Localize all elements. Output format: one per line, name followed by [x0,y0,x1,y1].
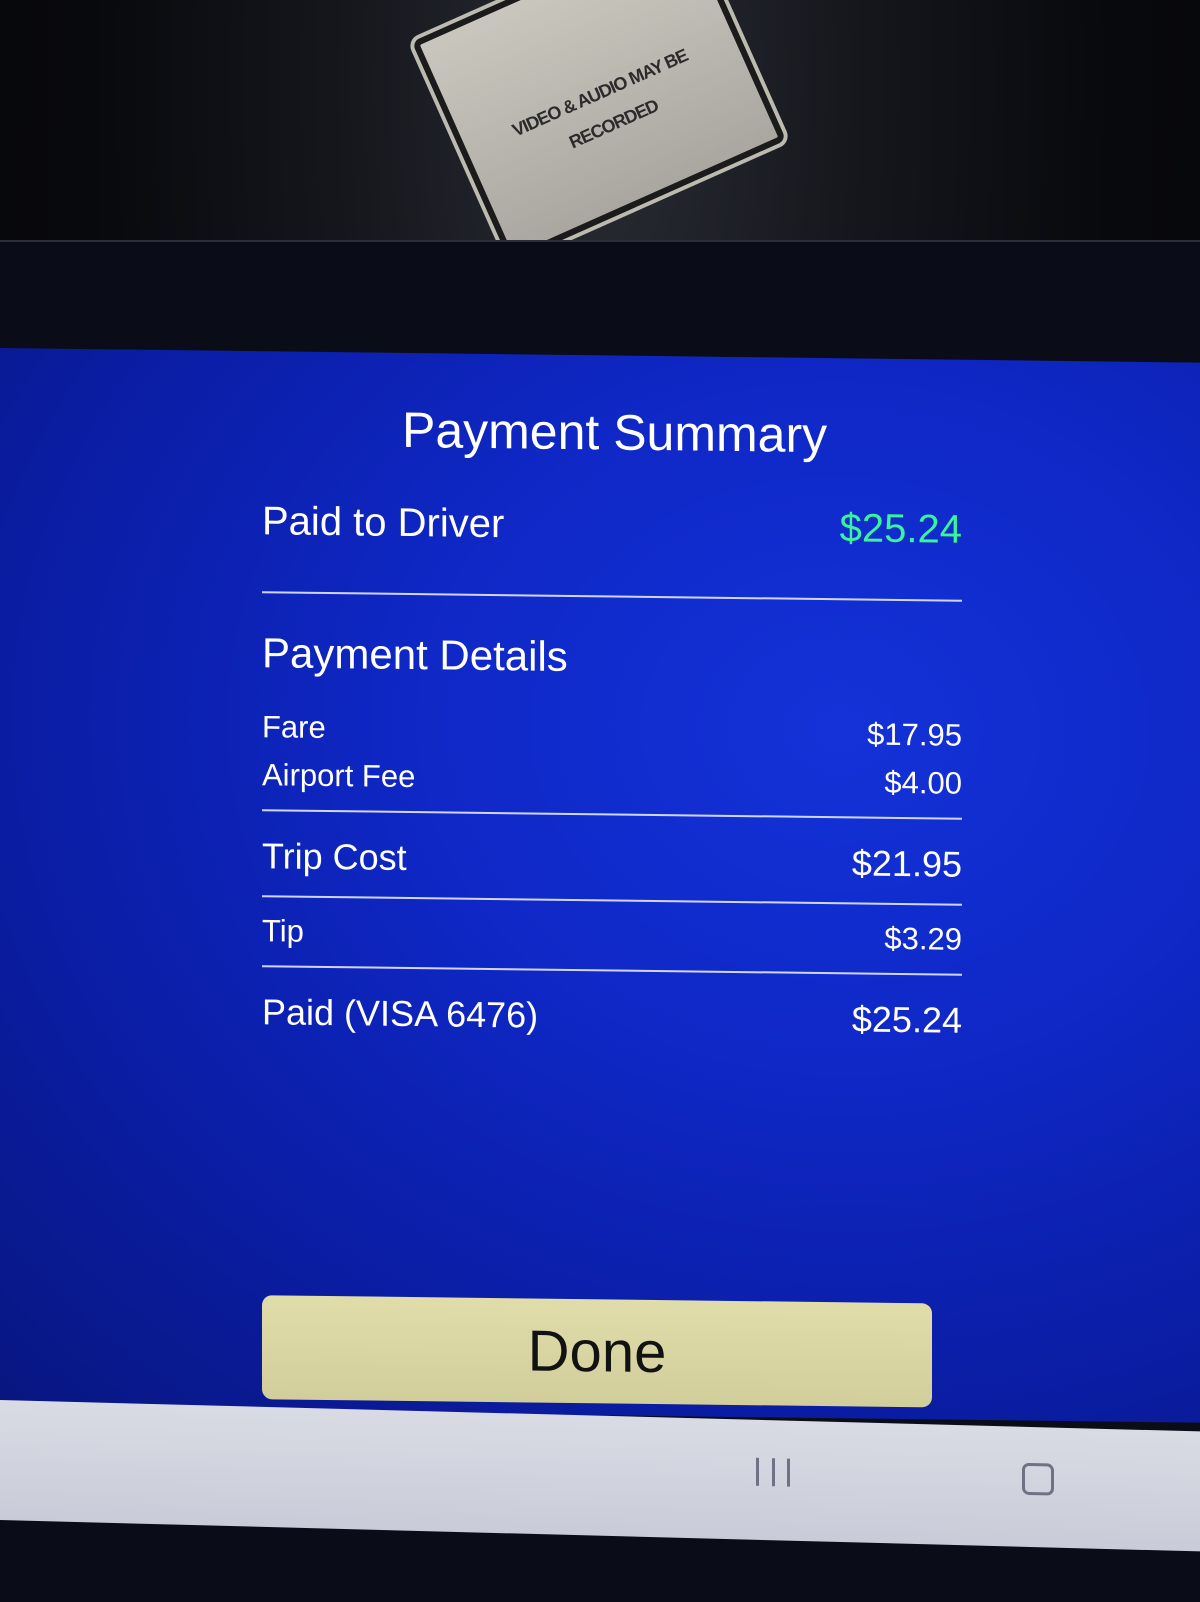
tip-label: Tip [262,913,304,949]
paid-amount: $25.24 [851,998,962,1041]
trip-cost-row: Trip Cost $21.95 [262,835,962,886]
divider [262,809,962,820]
airport-fee-row: Airport Fee $4.00 [262,757,962,802]
airport-fee-label: Airport Fee [262,757,416,795]
fare-label: Fare [262,709,326,745]
payment-details-heading: Payment Details [262,629,568,680]
divider [262,965,962,976]
paid-label: Paid (VISA 6476) [262,991,539,1036]
fare-amount: $17.95 [867,716,962,753]
trip-cost-label: Trip Cost [262,835,407,878]
paid-to-driver-row: Paid to Driver $25.24 [262,499,962,553]
tip-amount: $3.29 [884,920,962,957]
fare-row: Fare $17.95 [262,709,962,754]
page-title: Payment Summary [402,401,828,464]
paid-row: Paid (VISA 6476) $25.24 [262,991,962,1042]
divider [262,591,962,602]
tip-row: Tip $3.29 [262,913,962,958]
trip-cost-amount: $21.95 [851,842,962,885]
done-button[interactable]: Done [262,1295,932,1408]
paid-to-driver-label: Paid to Driver [262,499,505,547]
divider [262,895,962,906]
payment-screen: Payment Summary Paid to Driver $25.24 Pa… [0,348,1200,1423]
paid-to-driver-amount: $25.24 [839,506,962,552]
sticker-text: VIDEO & AUDIO MAY BE RECORDED [509,45,691,153]
home-icon[interactable] [1022,1462,1054,1496]
airport-fee-amount: $4.00 [884,764,962,801]
recent-apps-icon[interactable] [756,1457,790,1489]
